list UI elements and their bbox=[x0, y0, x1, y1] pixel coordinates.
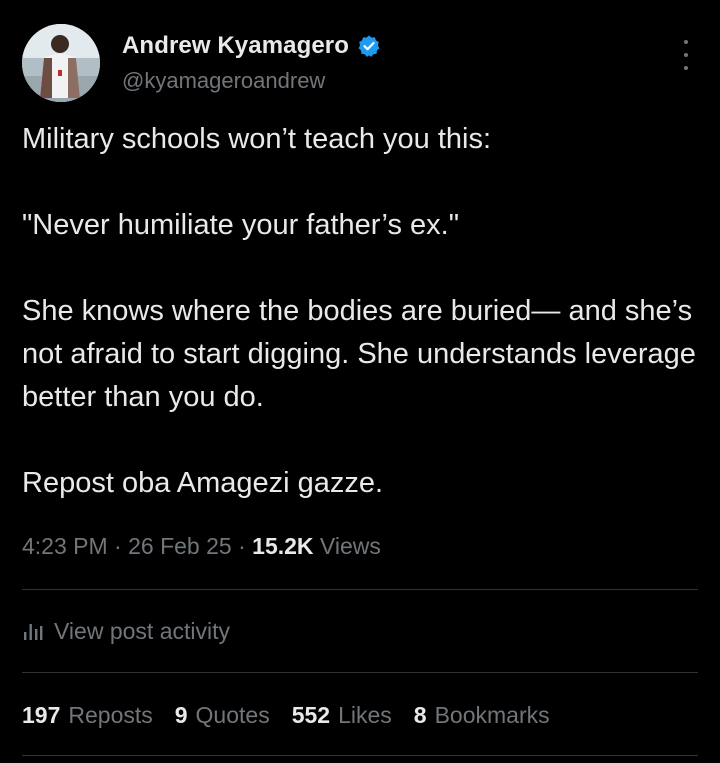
display-name[interactable]: Andrew Kyamagero bbox=[122, 32, 349, 60]
post-paragraph: "Never humiliate your father’s ex." bbox=[22, 209, 459, 241]
post-paragraph: Repost oba Amagezi gazze. bbox=[22, 467, 384, 499]
post-paragraph: She knows where the bodies are buried— a… bbox=[22, 295, 696, 413]
more-options-icon[interactable] bbox=[682, 40, 690, 70]
reposts-label: Reposts bbox=[68, 701, 153, 728]
bookmarks-count: 8 bbox=[413, 701, 427, 728]
reposts-count: 197 bbox=[22, 701, 61, 728]
divider bbox=[22, 755, 698, 756]
likes-stat[interactable]: 552 Likes bbox=[292, 702, 392, 729]
user-handle[interactable]: @kyamageroandrew bbox=[122, 68, 325, 94]
engagement-stats: 197 Reposts 9 Quotes 552 Likes 8 Bookmar… bbox=[22, 697, 572, 733]
views-count: 15.2K bbox=[252, 533, 314, 559]
reposts-stat[interactable]: 197 Reposts bbox=[22, 702, 153, 729]
likes-label: Likes bbox=[338, 701, 392, 728]
avatar[interactable] bbox=[22, 24, 100, 102]
bookmarks-label: Bookmarks bbox=[434, 701, 550, 728]
avatar-image bbox=[22, 24, 100, 102]
post-meta: 4:23 PM · 26 Feb 25 · 15.2K Views bbox=[22, 533, 381, 560]
views-label: Views bbox=[319, 533, 381, 559]
quotes-stat[interactable]: 9 Quotes bbox=[175, 702, 270, 729]
divider bbox=[22, 589, 698, 590]
post-date[interactable]: 26 Feb 25 bbox=[128, 533, 232, 559]
meta-separator: · bbox=[238, 533, 246, 559]
verified-badge-icon bbox=[357, 34, 381, 58]
view-post-activity-label: View post activity bbox=[54, 617, 230, 644]
post-text: Military schools won’t teach you this: "… bbox=[22, 118, 698, 505]
name-row: Andrew Kyamagero bbox=[122, 31, 381, 61]
view-post-activity-button[interactable]: View post activity bbox=[22, 613, 230, 649]
likes-count: 552 bbox=[291, 701, 331, 728]
quotes-count: 9 bbox=[174, 701, 188, 728]
bar-chart-icon bbox=[22, 620, 44, 642]
post-detail: Andrew Kyamagero @kyamageroandrew Milita… bbox=[0, 0, 720, 763]
quotes-label: Quotes bbox=[195, 701, 270, 728]
post-paragraph: Military schools won’t teach you this: bbox=[22, 123, 492, 155]
divider bbox=[22, 672, 698, 673]
bookmarks-stat[interactable]: 8 Bookmarks bbox=[414, 702, 550, 729]
post-header: Andrew Kyamagero @kyamageroandrew bbox=[22, 24, 698, 104]
post-time[interactable]: 4:23 PM bbox=[22, 533, 108, 559]
meta-separator: · bbox=[114, 533, 122, 559]
